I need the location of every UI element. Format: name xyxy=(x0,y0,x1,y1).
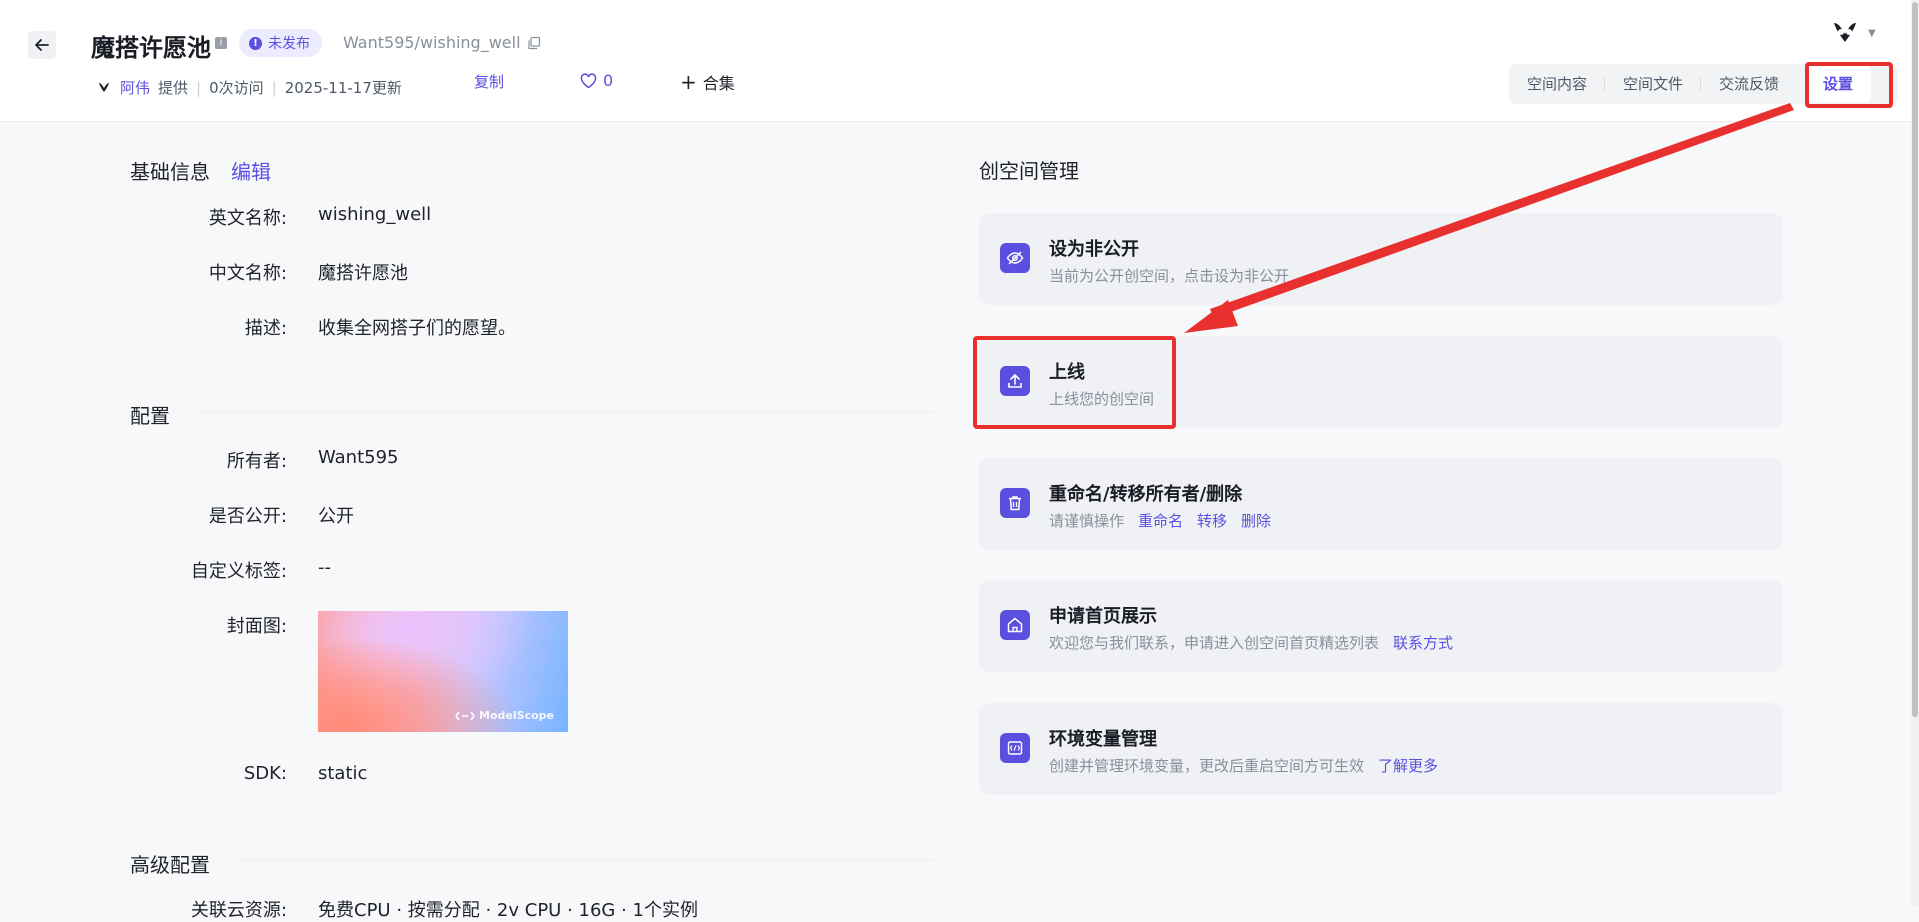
annotation-arrow xyxy=(1184,103,1794,333)
scrollbar-thumb[interactable] xyxy=(1912,2,1918,717)
